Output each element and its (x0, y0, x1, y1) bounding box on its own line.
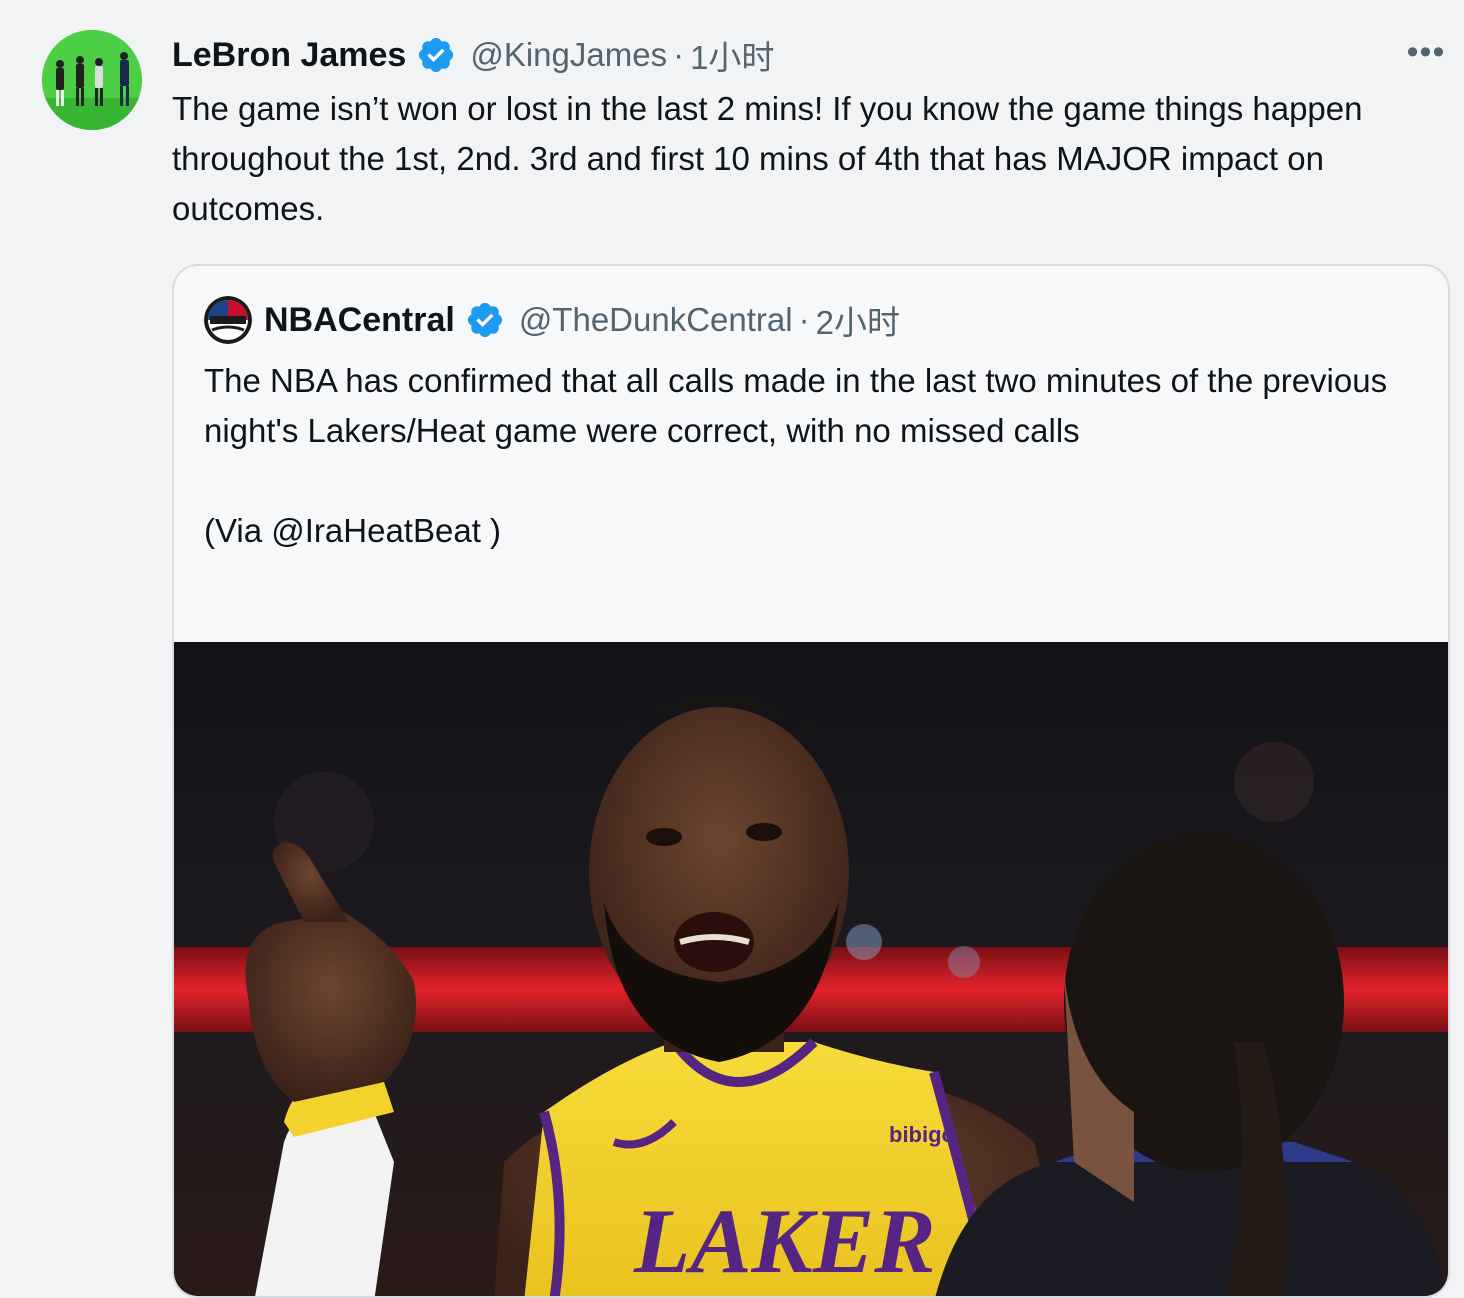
separator-dot: · (673, 36, 685, 73)
verified-badge-icon (416, 35, 456, 75)
quoted-tweet-header: NBACentral @TheDunkCentral · 2小时 (204, 294, 900, 346)
quoted-tweet[interactable]: NBACentral @TheDunkCentral · 2小时 The NBA… (172, 264, 1450, 1298)
verified-badge-icon (465, 300, 505, 340)
quoted-author-avatar[interactable] (204, 296, 252, 344)
author-name[interactable]: LeBron James (172, 36, 406, 75)
jersey-text: LAKER (633, 1190, 936, 1292)
quoted-author-name[interactable]: NBACentral (264, 301, 455, 340)
tweet: LeBron James @KingJames · 1小时 ••• The ga… (0, 0, 1464, 1298)
quoted-tweet-text: The NBA has confirmed that all calls mad… (204, 362, 1388, 549)
author-handle[interactable]: @KingJames (470, 36, 667, 74)
sponsor-text: bibigo (889, 1122, 955, 1147)
quoted-tweet-timestamp[interactable]: 2小时 (816, 296, 900, 344)
tweet-text: The game isn’t won or lost in the last 2… (172, 90, 1363, 227)
separator-dot: · (798, 301, 810, 338)
quoted-tweet-photo[interactable]: LAKER bibigo (174, 642, 1448, 1296)
more-options-icon[interactable]: ••• (1406, 33, 1446, 71)
author-avatar[interactable] (42, 30, 142, 130)
tweet-header: LeBron James @KingJames · 1小时 (172, 30, 774, 80)
tweet-timestamp[interactable]: 1小时 (690, 31, 774, 79)
quoted-author-handle[interactable]: @TheDunkCentral (519, 301, 793, 339)
